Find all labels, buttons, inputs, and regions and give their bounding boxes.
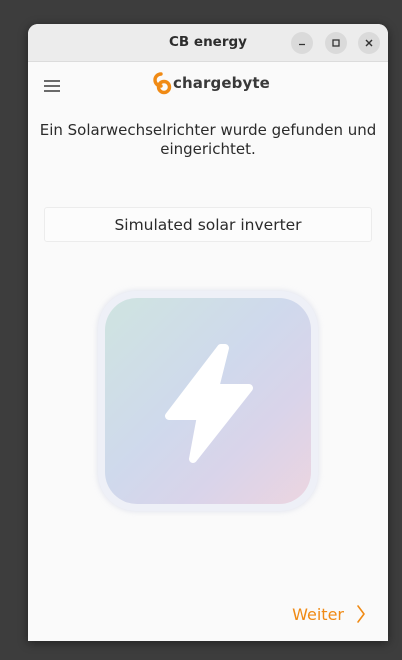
device-name-label: Simulated solar inverter	[114, 215, 302, 234]
next-button[interactable]: Weiter	[292, 604, 366, 624]
next-button-label: Weiter	[292, 604, 344, 624]
lightning-bolt-icon	[165, 344, 253, 463]
device-name-field: Simulated solar inverter	[44, 207, 372, 242]
minimize-icon	[299, 43, 305, 46]
minimize-button[interactable]	[291, 32, 313, 54]
app-window: CB energy chargebyte Ein Solarwechselric…	[28, 24, 388, 641]
title-bar: CB energy	[28, 24, 388, 62]
hamburger-menu-icon[interactable]	[43, 79, 61, 93]
chargebyte-logo-icon	[153, 72, 172, 95]
brand-name: chargebyte	[173, 74, 270, 92]
maximize-button[interactable]	[325, 32, 347, 54]
chargebyte-logo: chargebyte	[150, 71, 270, 95]
status-message: Ein Solarwechselrichter wurde gefunden u…	[39, 121, 377, 158]
maximize-icon	[332, 39, 340, 47]
chevron-right-icon	[357, 605, 365, 623]
close-icon	[365, 39, 373, 47]
close-button[interactable]	[358, 32, 380, 54]
device-icon-tile	[98, 291, 318, 511]
